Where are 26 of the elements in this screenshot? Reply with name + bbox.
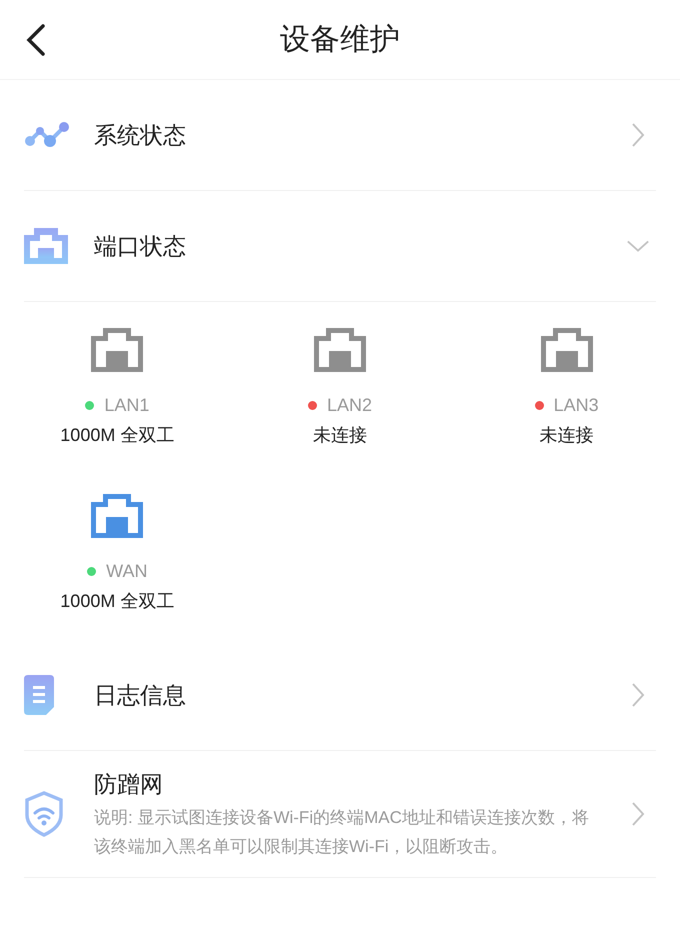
wifi-shield-icon bbox=[24, 791, 64, 837]
settings-row[interactable]: 日志信息 bbox=[24, 640, 656, 751]
port-name: LAN2 bbox=[326, 394, 372, 417]
port-status: 1000M 全双工 bbox=[60, 424, 174, 447]
row-label: 防蹭网 bbox=[94, 770, 163, 799]
settings-row[interactable]: 系统状态 bbox=[24, 80, 656, 191]
line-chart-icon bbox=[24, 121, 72, 149]
settings-row[interactable]: 防蹭网 说明: 显示试图连接设备Wi-Fi的终端MAC地址和错误连接次数，将该终端加入黑名单可以限制其连接Wi-Fi，以阻断攻击。 bbox=[24, 751, 656, 878]
row-label: 日志信息 bbox=[94, 681, 186, 710]
description-text: 说明: 显示试图连接设备Wi-Fi的终端MAC地址和错误连接次数，将该终端加入黑名单可以限制其连接Wi-Fi，以阻断攻击。 bbox=[94, 807, 590, 858]
port-name: LAN3 bbox=[554, 394, 599, 417]
row-label: 系统状态 bbox=[94, 121, 186, 150]
ethernet-port-icon bbox=[91, 494, 144, 538]
port-status: 未连接 bbox=[312, 424, 367, 447]
page-title: 设备维护 bbox=[280, 22, 400, 58]
settings-row[interactable]: 端口状态 bbox=[24, 191, 656, 302]
ethernet-port-icon bbox=[24, 228, 68, 264]
port-name: LAN1 bbox=[104, 394, 150, 417]
ethernet-port-icon bbox=[91, 328, 144, 372]
ethernet-port-icon bbox=[540, 328, 593, 372]
row-label: 端口状态 bbox=[94, 232, 186, 261]
document-icon bbox=[24, 675, 54, 715]
port-status: 未连接 bbox=[540, 424, 594, 447]
ethernet-port-icon bbox=[314, 328, 366, 372]
port-name: WAN bbox=[106, 560, 148, 583]
port-status: 1000M 全双工 bbox=[60, 590, 174, 613]
